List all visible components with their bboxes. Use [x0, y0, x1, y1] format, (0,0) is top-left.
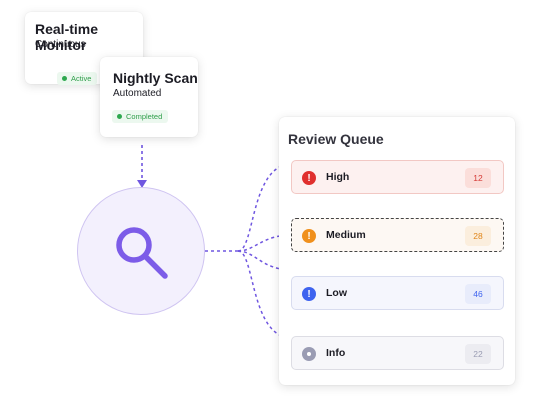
- queue-item-low[interactable]: ! Low 46: [291, 276, 504, 310]
- status-dot-icon: [117, 114, 122, 119]
- queue-item-label: Medium: [326, 229, 366, 241]
- search-icon: [116, 227, 168, 279]
- panel-title: Review Queue: [288, 131, 384, 147]
- card-subtitle: Automated: [113, 88, 162, 99]
- exclamation-icon: !: [302, 287, 316, 301]
- card-subtitle: Continuous: [35, 39, 86, 50]
- status-label: Active: [71, 74, 92, 83]
- status-label: Completed: [126, 112, 163, 121]
- dot-icon: [302, 347, 316, 361]
- count-badge: 46: [465, 284, 491, 304]
- status-badge: Completed: [112, 110, 169, 123]
- queue-item-label: Info: [326, 347, 346, 359]
- nightly-scan-card[interactable]: Nightly Scan Automated Completed: [100, 57, 198, 137]
- count-badge: 22: [465, 344, 491, 364]
- exclamation-icon: !: [302, 229, 316, 243]
- exclamation-icon: !: [302, 171, 316, 185]
- count-badge: 28: [465, 226, 491, 246]
- search-hub[interactable]: [77, 187, 205, 315]
- queue-item-medium[interactable]: ! Medium 28: [291, 218, 504, 252]
- queue-item-info[interactable]: Info 22: [291, 336, 504, 370]
- queue-item-label: High: [326, 171, 350, 183]
- count-badge: 12: [465, 168, 491, 188]
- status-badge: Active: [57, 72, 98, 85]
- queue-item-label: Low: [326, 287, 347, 299]
- queue-item-high[interactable]: ! High 12: [291, 160, 504, 194]
- status-dot-icon: [62, 76, 67, 81]
- card-title: Nightly Scan: [113, 70, 198, 86]
- review-queue-panel: Review Queue ! High 12 ! Medium 28 ! Low…: [279, 117, 515, 385]
